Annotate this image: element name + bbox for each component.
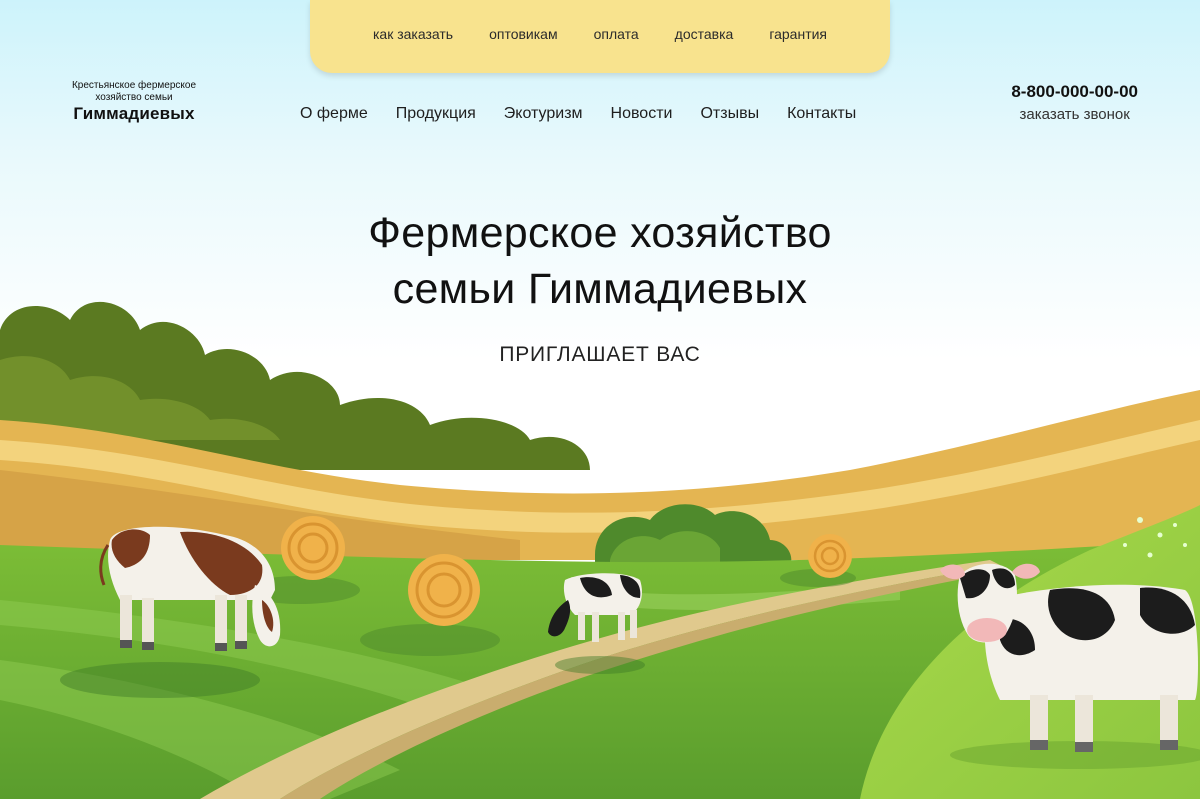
logo-line-3: Гиммадиевых [73,104,195,123]
hero-title-line-1: Фермерское хозяйство [368,209,832,257]
hero-section: Фермерское хозяйство семьи Гиммадиевых П… [0,205,1200,367]
nav-news[interactable]: Новости [611,105,673,123]
nav-about-farm[interactable]: О ферме [300,105,368,123]
request-call-link[interactable]: заказать звонок [1011,106,1138,123]
main-navigation: О ферме Продукция Экотуризм Новости Отзы… [300,105,856,123]
top-link-payment[interactable]: оплата [594,26,639,42]
hero-title: Фермерское хозяйство семьи Гиммадиевых [0,205,1200,317]
top-link-delivery[interactable]: доставка [675,26,734,42]
contact-block: 8-800-000-00-00 заказать звонок [1011,82,1138,123]
nav-products[interactable]: Продукция [396,105,476,123]
top-link-guarantee[interactable]: гарантия [769,26,827,42]
nav-ecotourism[interactable]: Экотуризм [504,105,583,123]
logo-line-2: хозяйство семьи [95,92,173,103]
top-submenu: как заказать оптовикам оплата доставка г… [310,0,890,73]
hero-title-line-2: семьи Гиммадиевых [392,265,808,313]
top-link-wholesale[interactable]: оптовикам [489,26,558,42]
phone-number[interactable]: 8-800-000-00-00 [1011,82,1138,102]
nav-reviews[interactable]: Отзывы [700,105,759,123]
hero-subtitle: ПРИГЛАШАЕТ ВАС [499,343,701,366]
nav-contacts[interactable]: Контакты [787,105,856,123]
logo-line-1: Крестьянское фермерское [71,80,197,91]
site-logo[interactable]: Крестьянское фермерское хозяйство семьи … [54,80,214,124]
top-link-how-to-order[interactable]: как заказать [373,26,453,42]
